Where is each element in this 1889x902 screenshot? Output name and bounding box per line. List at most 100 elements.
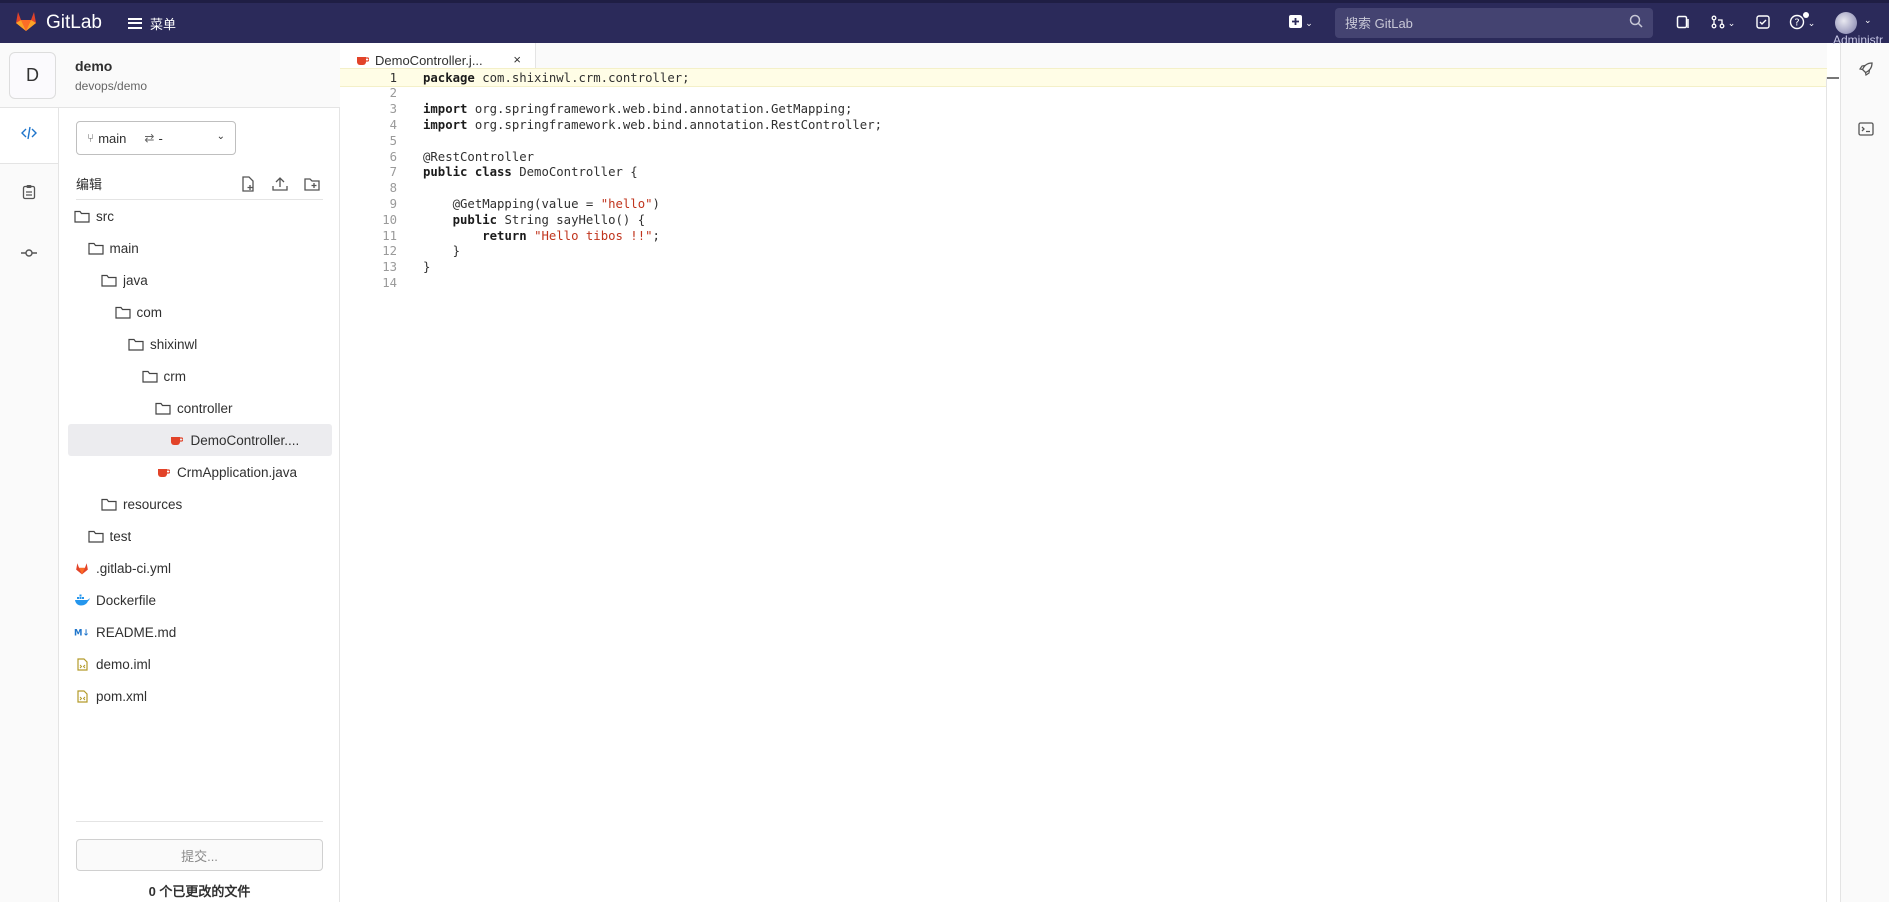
tree-file[interactable]: demo.iml: [68, 648, 332, 680]
code-token: String sayHello() {: [497, 212, 646, 227]
terminal-icon: [1857, 121, 1874, 141]
tree-file[interactable]: pom.xml: [68, 680, 332, 712]
project-header: D demo devops/demo: [0, 43, 340, 108]
tree-folder[interactable]: crm: [68, 360, 332, 392]
menu-button[interactable]: 菜单: [127, 14, 176, 33]
tree-folder[interactable]: main: [68, 232, 332, 264]
tree-item-label: test: [109, 528, 132, 544]
terminal-button[interactable]: [1841, 103, 1889, 159]
string-token: "hello": [600, 196, 653, 211]
tree-folder[interactable]: test: [68, 520, 332, 552]
issues-button[interactable]: [1665, 10, 1701, 36]
tree-item-label: Dockerfile: [96, 592, 157, 608]
java-file-icon: [157, 469, 170, 477]
code-line[interactable]: 14: [340, 273, 1827, 292]
chevron-down-icon: ⌄: [1807, 17, 1816, 28]
todos-button[interactable]: [1745, 10, 1781, 36]
merge-requests-dropdown[interactable]: ⌄: [1701, 10, 1745, 36]
commit-area: 提交... 0 个已更改的文件: [76, 821, 323, 900]
keyword-token: import: [423, 102, 468, 117]
clipboard-icon: [22, 184, 36, 205]
folder-icon: [155, 401, 171, 415]
tree-folder[interactable]: shixinwl: [68, 328, 332, 360]
new-item-dropdown[interactable]: ⌄: [1281, 10, 1321, 36]
tree-folder[interactable]: com: [68, 296, 332, 328]
merge-request-icon: ⇄: [144, 131, 155, 145]
tree-file[interactable]: .gitlab-ci.yml: [68, 552, 332, 584]
edit-mode-button[interactable]: [0, 108, 58, 164]
help-dropdown[interactable]: ? ⌄: [1781, 10, 1823, 36]
editor-overview-ruler: [1826, 77, 1827, 902]
tree-item-label: shixinwl: [150, 336, 198, 352]
avatar: [1835, 12, 1857, 34]
markdown-file-icon: M↓: [74, 629, 90, 638]
code-text: public class DemoController {: [423, 165, 638, 179]
tree-item-label: README.md: [96, 624, 177, 640]
keyword-token: import: [423, 117, 468, 132]
search-box[interactable]: [1335, 8, 1653, 38]
gitlab-logo[interactable]: GitLab: [14, 10, 102, 37]
code-token: @GetMapping(value =: [423, 196, 601, 211]
user-menu[interactable]: ⌄ Administr: [1829, 3, 1889, 47]
upload-icon: [272, 177, 288, 191]
upload-file-button[interactable]: [269, 174, 291, 194]
code-token: ): [652, 196, 660, 211]
branch-icon: ⑂: [87, 131, 95, 145]
branch-name: main: [98, 130, 127, 146]
logo-text: GitLab: [46, 12, 102, 33]
search-input[interactable]: [1345, 15, 1629, 31]
line-number: 3: [389, 102, 397, 117]
close-tab-button[interactable]: ×: [513, 52, 521, 67]
project-avatar[interactable]: D: [9, 52, 56, 99]
java-file-icon: [155, 465, 171, 479]
branch-selector[interactable]: ⑂ main ⇄ - ⌄: [76, 121, 236, 155]
tree-file[interactable]: CrmApplication.java: [68, 456, 332, 488]
tree-folder[interactable]: controller: [68, 392, 332, 424]
edit-toolbar: 编辑: [76, 168, 323, 200]
line-number: 4: [389, 117, 397, 132]
line-number: 13: [382, 260, 397, 275]
new-folder-icon: [304, 178, 320, 191]
code-text: package com.shixinwl.crm.controller;: [423, 71, 690, 85]
docker-file-icon: [74, 593, 90, 607]
tree-item-label: CrmApplication.java: [177, 464, 298, 480]
java-file-icon: [169, 433, 185, 447]
project-name[interactable]: demo: [75, 58, 112, 74]
tree-file[interactable]: DemoController....: [68, 424, 332, 456]
code-editor[interactable]: 1 package com.shixinwl.crm.controller; 2 3 i…: [340, 68, 1827, 902]
new-directory-button[interactable]: [301, 174, 323, 194]
code-token: }: [423, 260, 431, 275]
tree-folder[interactable]: src: [68, 200, 332, 232]
review-mode-button[interactable]: [0, 166, 58, 222]
string-token: "Hello tibos !!": [534, 228, 653, 243]
keyword-token: package: [423, 70, 475, 85]
rocket-icon: [1858, 61, 1874, 82]
chevron-down-icon: ⌄: [1727, 17, 1736, 28]
code-text: }: [423, 244, 460, 258]
code-icon: [21, 126, 37, 145]
tree-folder[interactable]: java: [68, 264, 332, 296]
tree-file[interactable]: Dockerfile: [68, 584, 332, 616]
folder-icon: [114, 305, 131, 319]
line-number: 7: [389, 165, 397, 180]
keyword-token: public: [452, 212, 498, 227]
folder-icon: [141, 370, 158, 383]
tree-folder[interactable]: resources: [68, 488, 332, 520]
tree-file[interactable]: M↓ README.md: [68, 616, 332, 648]
project-path[interactable]: devops/demo: [75, 79, 147, 93]
hamburger-icon: [127, 17, 142, 29]
folder-icon: [155, 402, 171, 415]
commit-button[interactable]: 提交...: [76, 839, 323, 871]
merge-request-icon: [1711, 15, 1725, 32]
file-panel: ⑂ main ⇄ - ⌄ 编辑 src main java com shixinwl cr…: [59, 108, 340, 902]
new-file-button[interactable]: [237, 174, 259, 194]
gitlab-file-icon: [74, 561, 90, 575]
pipelines-button[interactable]: [1841, 43, 1889, 99]
code-text: }: [423, 260, 430, 274]
commit-mode-button[interactable]: [0, 226, 58, 282]
merge-request-value: -: [158, 130, 163, 146]
commit-icon: [21, 245, 37, 263]
new-file-icon: [242, 176, 254, 192]
folder-icon: [87, 241, 104, 255]
